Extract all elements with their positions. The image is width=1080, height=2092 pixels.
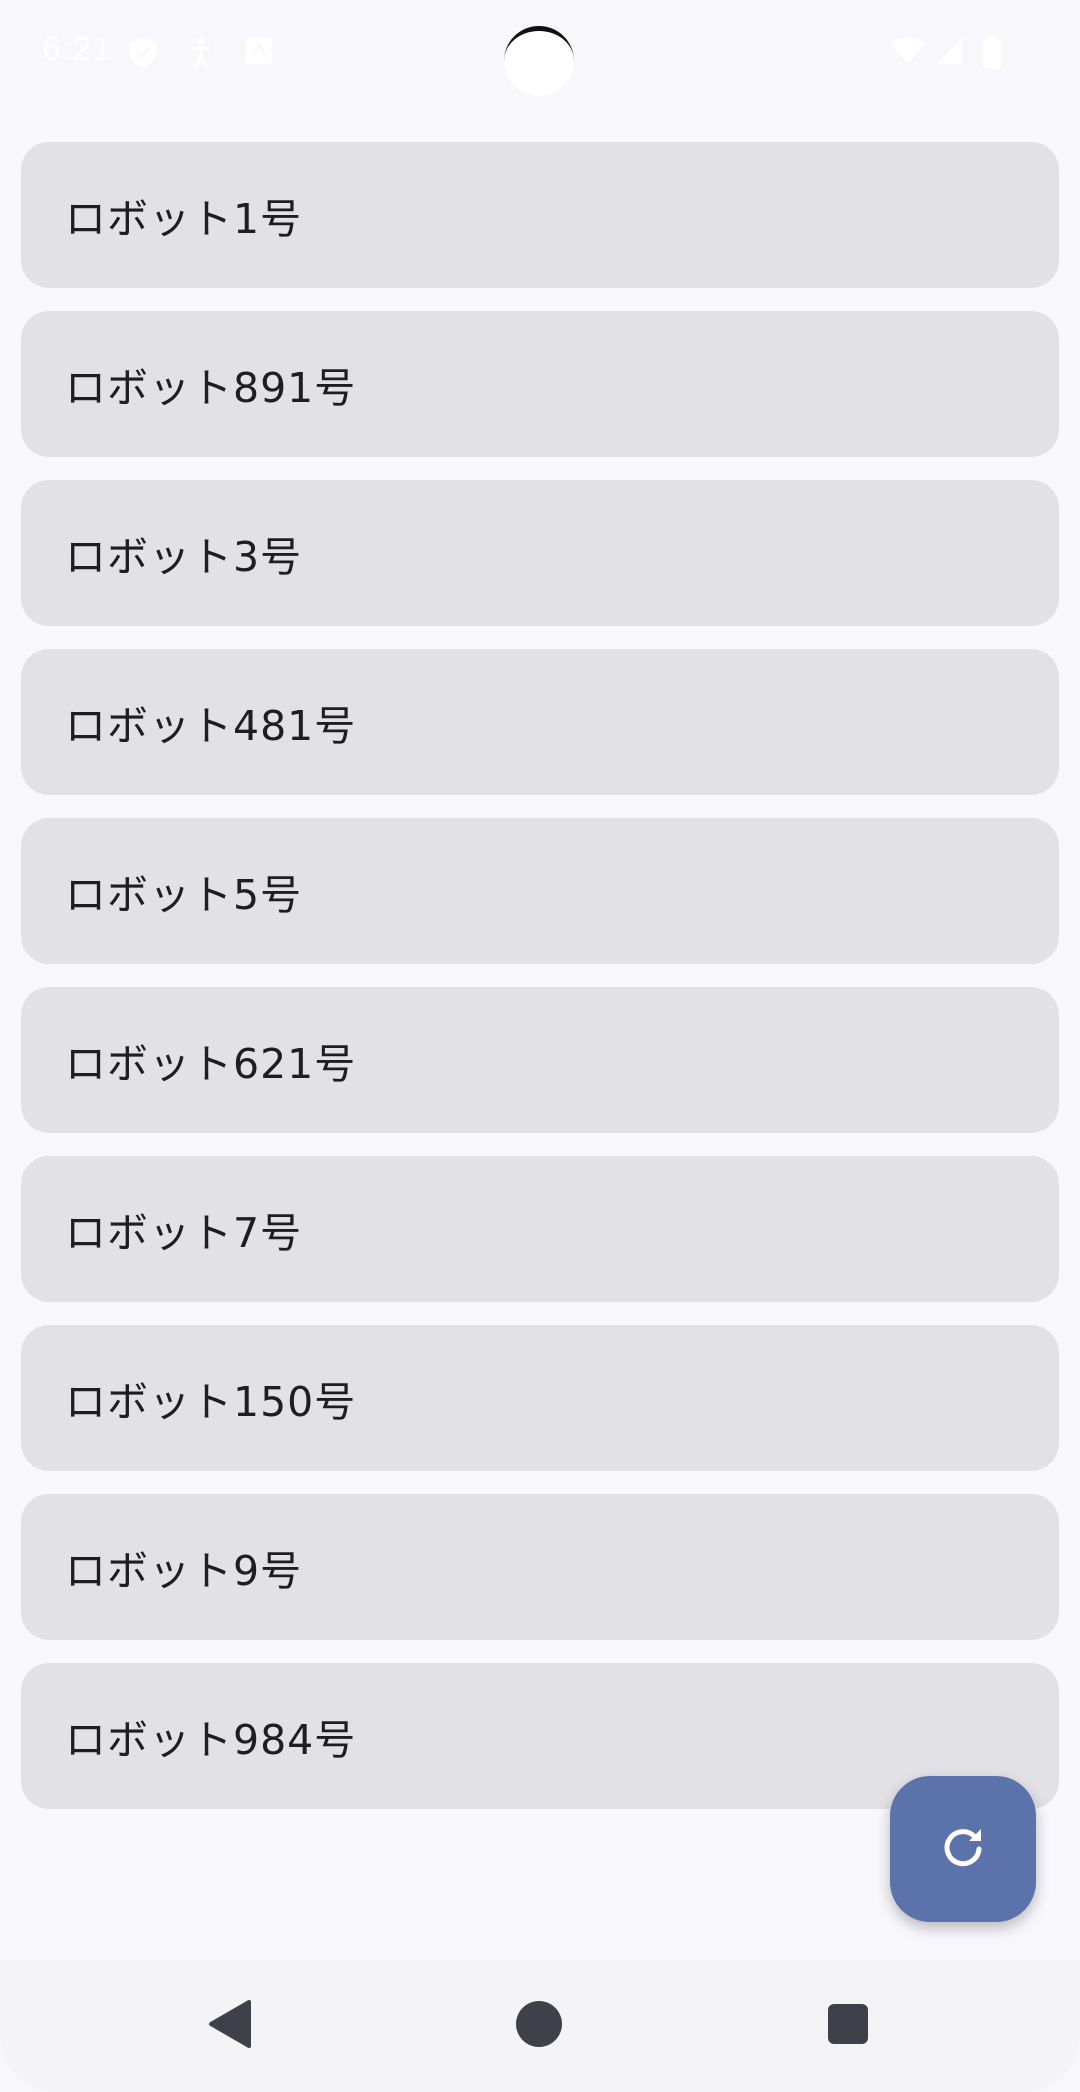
list-item-label: ロボット7号	[65, 1209, 303, 1257]
accessibility-icon	[188, 36, 214, 74]
list-item[interactable]: ロボット1号	[21, 142, 1059, 288]
screen: 6:21 ロボット1号 ロボット891号 ロボット3号 ロボット481号 ロボッ…	[0, 0, 1080, 2092]
list-item[interactable]: ロボット3号	[21, 480, 1059, 626]
wifi-icon	[890, 36, 926, 70]
list-item[interactable]: ロボット5号	[21, 818, 1059, 964]
list-item-label: ロボット9号	[65, 1547, 303, 1595]
list-item-label: ロボット621号	[65, 1040, 357, 1088]
keyboard-icon	[244, 36, 274, 70]
camera-cutout	[504, 26, 574, 96]
recents-button[interactable]	[818, 1996, 878, 2056]
status-bar: 6:21	[0, 0, 1080, 110]
back-button[interactable]	[200, 1996, 260, 2056]
list-item[interactable]: ロボット150号	[21, 1325, 1059, 1471]
robot-list: ロボット1号 ロボット891号 ロボット3号 ロボット481号 ロボット5号 ロ…	[21, 142, 1059, 1832]
list-item[interactable]: ロボット9号	[21, 1494, 1059, 1640]
list-item-label: ロボット3号	[65, 533, 303, 581]
list-item[interactable]: ロボット481号	[21, 649, 1059, 795]
list-item-label: ロボット891号	[65, 364, 357, 412]
navigation-bar	[0, 1960, 1080, 2092]
refresh-icon	[939, 1823, 987, 1875]
signal-icon	[934, 36, 964, 70]
list-item[interactable]: ロボット621号	[21, 987, 1059, 1133]
list-item-label: ロボット481号	[65, 702, 357, 750]
list-item-label: ロボット5号	[65, 871, 303, 919]
list-item[interactable]: ロボット7号	[21, 1156, 1059, 1302]
shield-icon	[128, 36, 158, 74]
home-button[interactable]	[509, 1996, 569, 2056]
list-item-label: ロボット984号	[65, 1716, 357, 1764]
list-item-label: ロボット1号	[65, 195, 303, 243]
list-item-label: ロボット150号	[65, 1378, 357, 1426]
recents-icon	[826, 2002, 870, 2050]
refresh-button[interactable]	[890, 1776, 1036, 1922]
status-time: 6:21	[42, 30, 113, 68]
home-icon	[515, 2000, 563, 2052]
battery-icon	[982, 36, 1002, 74]
list-item[interactable]: ロボット891号	[21, 311, 1059, 457]
back-icon	[207, 1999, 253, 2053]
